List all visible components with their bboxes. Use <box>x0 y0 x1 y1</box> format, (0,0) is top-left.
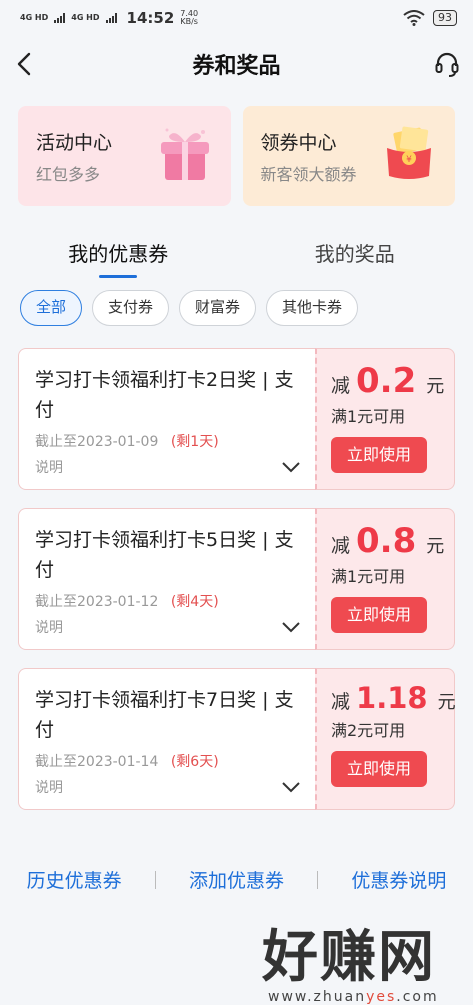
use-now-button[interactable]: 立即使用 <box>331 751 427 787</box>
coupon-desc-label: 说明 <box>35 617 63 637</box>
amount-unit: 元 <box>438 688 456 714</box>
usage-condition: 满2元可用 <box>331 717 440 741</box>
coupon-amount: 0.8 <box>356 521 416 561</box>
battery-indicator: 93 <box>433 10 457 26</box>
coupon-value-panel: 减 0.2 元 满1元可用 立即使用 <box>315 348 455 490</box>
svg-text:¥: ¥ <box>406 155 412 165</box>
remaining-days: (剩6天) <box>171 754 219 770</box>
coupon-info: 学习打卡领福利打卡5日奖 | 支付 截止至2023-01-12 (剩4天) 说明 <box>18 508 315 650</box>
activity-center-card[interactable]: 活动中心 红包多多 <box>18 106 231 206</box>
signal-bars-icon <box>106 13 117 23</box>
wifi-icon <box>403 10 425 26</box>
history-coupons-link[interactable]: 历史优惠券 <box>27 866 122 893</box>
watermark-text: 好赚网 <box>262 912 462 993</box>
amount-unit: 元 <box>426 532 444 558</box>
coupon-expiry: 截止至2023-01-09 (剩1天) <box>35 431 299 451</box>
coupon-title: 学习打卡领福利打卡7日奖 | 支付 <box>35 685 299 745</box>
chevron-down-icon <box>281 780 301 794</box>
coupon-list: 学习打卡领福利打卡2日奖 | 支付 截止至2023-01-09 (剩1天) 说明… <box>0 348 473 810</box>
amount-prefix: 减 <box>331 371 350 398</box>
add-coupon-link[interactable]: 添加优惠券 <box>189 866 284 893</box>
watermark-url-suffix: .com <box>396 989 438 1005</box>
filter-chips: 全部 支付券 财富券 其他卡券 <box>0 290 473 326</box>
coupon-amount: 0.2 <box>356 361 416 401</box>
coupon-center-card[interactable]: 领券中心 新客领大额券 ¥ <box>243 106 456 206</box>
coupon-desc-label: 说明 <box>35 777 63 797</box>
coupon-desc-label: 说明 <box>35 457 63 477</box>
watermark-url-highlight: yes <box>366 989 396 1005</box>
coupon-title: 学习打卡领福利打卡5日奖 | 支付 <box>35 525 299 585</box>
coupon-card: 学习打卡领福利打卡7日奖 | 支付 截止至2023-01-14 (剩6天) 说明… <box>18 668 455 810</box>
red-envelope-icon: ¥ <box>379 124 439 184</box>
amount-row: 减 0.8 元 <box>331 521 440 561</box>
status-left: 4G HD 4G HD 14:52 7.40 KB/s <box>20 9 198 27</box>
amount-prefix: 减 <box>331 531 350 558</box>
promo-cards: 活动中心 红包多多 领券中心 新客领大额券 ¥ <box>0 92 473 206</box>
coupon-value-panel: 减 1.18 元 满2元可用 立即使用 <box>315 668 455 810</box>
coupon-expiry: 截止至2023-01-12 (剩4天) <box>35 591 299 611</box>
tab-bar: 我的优惠券 我的奖品 <box>0 232 473 280</box>
coupon-card: 学习打卡领福利打卡5日奖 | 支付 截止至2023-01-12 (剩4天) 说明… <box>18 508 455 650</box>
headset-icon[interactable] <box>433 50 461 78</box>
usage-condition: 满1元可用 <box>331 403 440 427</box>
coupon-value-panel: 减 0.8 元 满1元可用 立即使用 <box>315 508 455 650</box>
speed-unit: KB/s <box>180 17 198 26</box>
remaining-days: (剩4天) <box>171 594 219 610</box>
watermark-url-prefix: www.zhuan <box>268 989 366 1005</box>
use-now-button[interactable]: 立即使用 <box>331 437 427 473</box>
coupon-info-link[interactable]: 优惠券说明 <box>351 866 446 893</box>
clock: 14:52 <box>127 9 175 27</box>
filter-wealth[interactable]: 财富券 <box>179 290 256 326</box>
coupon-title: 学习打卡领福利打卡2日奖 | 支付 <box>35 365 299 425</box>
status-bar: 4G HD 4G HD 14:52 7.40 KB/s 93 <box>0 0 473 36</box>
usage-condition: 满1元可用 <box>331 563 440 587</box>
amount-unit: 元 <box>426 372 444 398</box>
watermark-logo: 好赚网 www.zhuanyes.com <box>262 912 462 996</box>
title-bar: 券和奖品 <box>0 36 473 92</box>
back-arrow-icon[interactable] <box>12 50 40 78</box>
amount-row: 减 1.18 元 <box>331 681 440 715</box>
tab-my-coupons[interactable]: 我的优惠券 <box>0 232 237 280</box>
filter-other[interactable]: 其他卡券 <box>266 290 358 326</box>
status-right: 93 <box>403 10 457 26</box>
coupon-info: 学习打卡领福利打卡2日奖 | 支付 截止至2023-01-09 (剩1天) 说明 <box>18 348 315 490</box>
divider <box>317 871 318 889</box>
tab-my-prizes[interactable]: 我的奖品 <box>237 232 473 280</box>
signal-label-2: 4G HD <box>71 14 99 22</box>
coupon-amount: 1.18 <box>356 681 428 715</box>
expiry-date: 截止至2023-01-12 <box>35 594 158 610</box>
gift-box-icon <box>155 124 215 184</box>
coupon-desc-toggle[interactable]: 说明 <box>35 457 301 477</box>
signal-label-1: 4G HD <box>20 14 48 22</box>
signal-bars-icon <box>54 13 65 23</box>
filter-payment[interactable]: 支付券 <box>92 290 169 326</box>
bottom-links: 历史优惠券 添加优惠券 优惠券说明 <box>0 866 473 893</box>
chevron-down-icon <box>281 620 301 634</box>
coupon-desc-toggle[interactable]: 说明 <box>35 617 301 637</box>
amount-prefix: 减 <box>331 687 350 714</box>
chevron-down-icon <box>281 460 301 474</box>
expiry-date: 截止至2023-01-14 <box>35 754 158 770</box>
coupon-card: 学习打卡领福利打卡2日奖 | 支付 截止至2023-01-09 (剩1天) 说明… <box>18 348 455 490</box>
divider <box>155 871 156 889</box>
expiry-date: 截止至2023-01-09 <box>35 434 158 450</box>
watermark-url: www.zhuanyes.com <box>268 989 462 1005</box>
coupon-info: 学习打卡领福利打卡7日奖 | 支付 截止至2023-01-14 (剩6天) 说明 <box>18 668 315 810</box>
filter-all[interactable]: 全部 <box>20 290 82 326</box>
remaining-days: (剩1天) <box>171 434 219 450</box>
coupon-expiry: 截止至2023-01-14 (剩6天) <box>35 751 299 771</box>
network-speed: 7.40 KB/s <box>180 10 198 26</box>
coupon-desc-toggle[interactable]: 说明 <box>35 777 301 797</box>
page-title: 券和奖品 <box>192 48 280 80</box>
amount-row: 减 0.2 元 <box>331 361 440 401</box>
use-now-button[interactable]: 立即使用 <box>331 597 427 633</box>
